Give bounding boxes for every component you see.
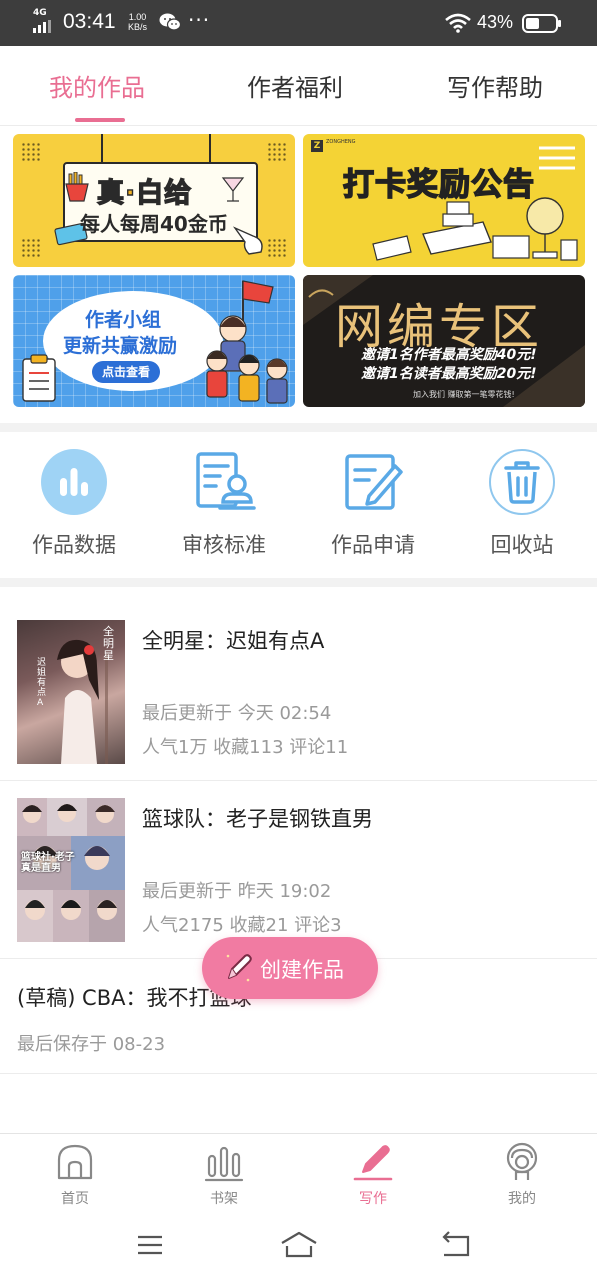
- menu-icon[interactable]: [134, 1229, 166, 1261]
- work-item[interactable]: 篮球社·老子真是直男 篮球队：老子是钢铁直男 最后更新于 昨天 19:02 人气…: [0, 781, 597, 959]
- bar-chart-icon: [40, 448, 108, 516]
- quick-review-standard[interactable]: 审核标准: [164, 448, 284, 559]
- trash-icon: [488, 448, 556, 516]
- bottom-nav: 首页 书架 写作 我的: [0, 1133, 597, 1213]
- create-work-label: 创建作品: [260, 958, 344, 982]
- work-item[interactable]: 全明星 迟姐有点A 全明星：迟姐有点A 最后更新于 今天 02:54 人气1万 …: [0, 587, 597, 781]
- battery-percent: 43%: [477, 12, 514, 32]
- review-document-icon: [190, 448, 258, 516]
- speed-unit: KB/s: [128, 22, 148, 32]
- banner-title: 真·白给: [96, 177, 193, 209]
- status-bar: 4G 03:41 1.00 KB/s ··· 43%: [0, 0, 597, 46]
- dot-pattern: [267, 142, 287, 162]
- quick-label: 回收站: [490, 533, 554, 557]
- nav-label: 写作: [359, 1191, 387, 1207]
- network-type: 4G: [33, 8, 47, 18]
- banner-author-group[interactable]: 作者小组 更新共赢激励 点击查看: [13, 275, 295, 407]
- clipboard-icon: [22, 354, 56, 402]
- top-tabs: 我的作品 作者福利 写作帮助: [0, 46, 597, 126]
- wifi-icon: [445, 13, 471, 33]
- profile-icon: [506, 1142, 538, 1180]
- quick-label: 作品数据: [32, 533, 116, 557]
- draft-saved: 最后保存于 08-23: [17, 1034, 166, 1055]
- banner-editor-zone[interactable]: 网编专区 邀请1名作者最高奖励40元! 邀请1名读者最高奖励20元! 加入我们 …: [303, 275, 585, 407]
- section-divider: [0, 423, 597, 432]
- tab-author-benefits[interactable]: 作者福利: [247, 68, 343, 103]
- drink-icon: [221, 177, 245, 202]
- banner-checkin-notice[interactable]: Z ZONGHENG 打卡奖励公告: [303, 134, 585, 267]
- network-speed: 1.00 KB/s: [128, 12, 147, 32]
- dot-pattern: [21, 238, 41, 258]
- brand-logo: Z: [311, 140, 323, 152]
- work-stats: 人气1万 收藏113 评论11: [142, 737, 349, 758]
- tab-underline: [75, 118, 125, 122]
- dot-pattern: [21, 142, 41, 162]
- nav-profile[interactable]: 我的: [482, 1142, 562, 1208]
- pencil-icon: [226, 954, 252, 982]
- banner-footer: 加入我们 赚取第一笔零花钱!: [413, 390, 515, 399]
- home-button-icon[interactable]: [280, 1229, 318, 1261]
- wechat-icon: [159, 13, 181, 31]
- work-stats: 人气2175 收藏21 评论3: [142, 915, 342, 936]
- signal-icon: [33, 20, 53, 33]
- nav-bookshelf[interactable]: 书架: [184, 1142, 264, 1208]
- clock: 03:41: [63, 10, 116, 33]
- nav-home[interactable]: 首页: [35, 1142, 115, 1208]
- quick-label: 作品申请: [331, 533, 415, 557]
- back-icon[interactable]: [440, 1229, 472, 1261]
- quick-work-apply[interactable]: 作品申请: [313, 448, 433, 559]
- system-nav-bar: [0, 1213, 597, 1280]
- cover-title: 全明星: [103, 625, 114, 662]
- edit-form-icon: [339, 448, 407, 516]
- banner-subtitle: 更新共赢激励: [63, 335, 178, 357]
- work-cover[interactable]: 篮球社·老子真是直男: [17, 798, 125, 942]
- bookshelf-icon: [204, 1146, 244, 1182]
- hanging-string: [101, 134, 103, 164]
- cover-subtitle: 迟姐有点A: [37, 658, 47, 708]
- decoration-lines: [539, 146, 575, 170]
- brand-name: ZONGHENG: [326, 139, 356, 145]
- work-cover[interactable]: 全明星 迟姐有点A: [17, 620, 125, 764]
- create-work-button[interactable]: 创建作品: [202, 937, 378, 999]
- tab-writing-help[interactable]: 写作帮助: [447, 68, 543, 103]
- section-divider: [0, 578, 597, 587]
- desk-illustration: [372, 197, 578, 261]
- battery-icon: [522, 14, 561, 33]
- view-button[interactable]: 点击查看: [92, 361, 160, 383]
- work-title: 篮球队：老子是钢铁直男: [142, 807, 373, 831]
- nav-label: 我的: [508, 1191, 536, 1207]
- nav-write[interactable]: 写作: [333, 1142, 413, 1208]
- banner-line-reader: 邀请1名读者最高奖励20元!: [361, 366, 537, 382]
- nav-label: 首页: [61, 1191, 89, 1207]
- more-notifications: ···: [188, 8, 211, 32]
- nav-label: 书架: [210, 1191, 238, 1207]
- hand-icon: [232, 226, 263, 255]
- banner-line-author: 邀请1名作者最高奖励40元!: [361, 347, 537, 363]
- pen-icon: [353, 1145, 393, 1181]
- home-icon: [57, 1144, 93, 1180]
- work-updated: 最后更新于 今天 02:54: [142, 703, 332, 724]
- tab-my-works[interactable]: 我的作品: [49, 68, 145, 103]
- banner-subtitle: 每人每周40金币: [80, 212, 228, 236]
- quick-work-data[interactable]: 作品数据: [14, 448, 134, 559]
- work-updated: 最后更新于 昨天 19:02: [142, 881, 332, 902]
- people-illustration: [206, 280, 288, 404]
- speed-value: 1.00: [128, 12, 147, 22]
- cover-title: 篮球社·老子真是直男: [21, 852, 75, 874]
- banner-weekly-coins[interactable]: 真·白给 每人每周40金币: [13, 134, 295, 267]
- banner-title: 作者小组: [85, 309, 162, 331]
- quick-label: 审核标准: [182, 533, 266, 557]
- hanging-string: [209, 134, 211, 164]
- quick-recycle-bin[interactable]: 回收站: [462, 448, 582, 559]
- fries-icon: [65, 172, 89, 202]
- work-title: 全明星：迟姐有点A: [142, 629, 325, 653]
